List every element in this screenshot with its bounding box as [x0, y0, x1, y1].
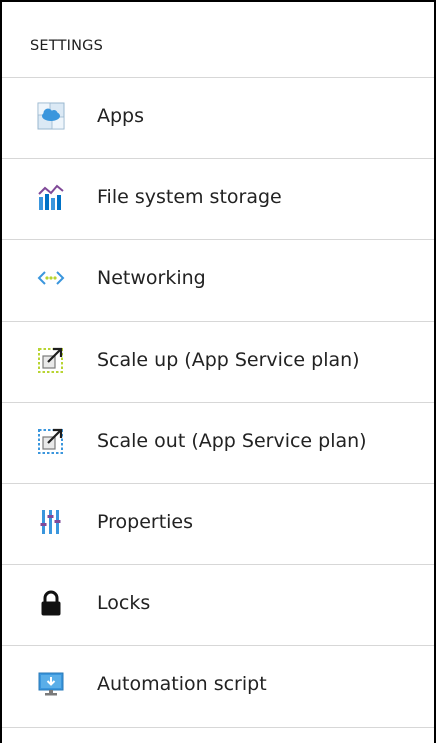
scale-up-icon: [36, 345, 66, 375]
menu-item-scale-out[interactable]: Scale out (App Service plan): [2, 403, 434, 484]
menu-item-label: File system storage: [97, 186, 282, 209]
menu-item-locks[interactable]: Locks: [2, 565, 434, 647]
networking-icon: [36, 263, 66, 293]
menu-item-label: Locks: [97, 592, 151, 615]
lock-icon: [36, 588, 66, 618]
settings-panel: SETTINGS Apps File system storage Networ…: [0, 0, 436, 743]
storage-chart-icon: [36, 182, 66, 212]
scale-out-icon: [36, 426, 66, 456]
menu-item-properties[interactable]: Properties: [2, 484, 434, 566]
menu-item-file-system-storage[interactable]: File system storage: [2, 159, 434, 241]
menu-item-label: Scale out (App Service plan): [97, 429, 367, 452]
menu-item-scale-up[interactable]: Scale up (App Service plan): [2, 322, 434, 403]
apps-icon: [36, 101, 66, 131]
menu-item-label: Automation script: [97, 673, 267, 696]
menu-item-automation-script[interactable]: Automation script: [2, 646, 434, 728]
automation-script-icon: [36, 669, 66, 699]
menu-item-apps[interactable]: Apps: [2, 78, 434, 160]
menu-item-label: Apps: [97, 105, 145, 128]
menu-item-networking[interactable]: Networking: [2, 240, 434, 322]
menu-item-label: Networking: [97, 267, 206, 290]
menu-item-label: Properties: [97, 511, 194, 534]
menu-item-label: Scale up (App Service plan): [97, 348, 360, 371]
section-title: SETTINGS: [2, 2, 434, 78]
properties-icon: [36, 507, 66, 537]
